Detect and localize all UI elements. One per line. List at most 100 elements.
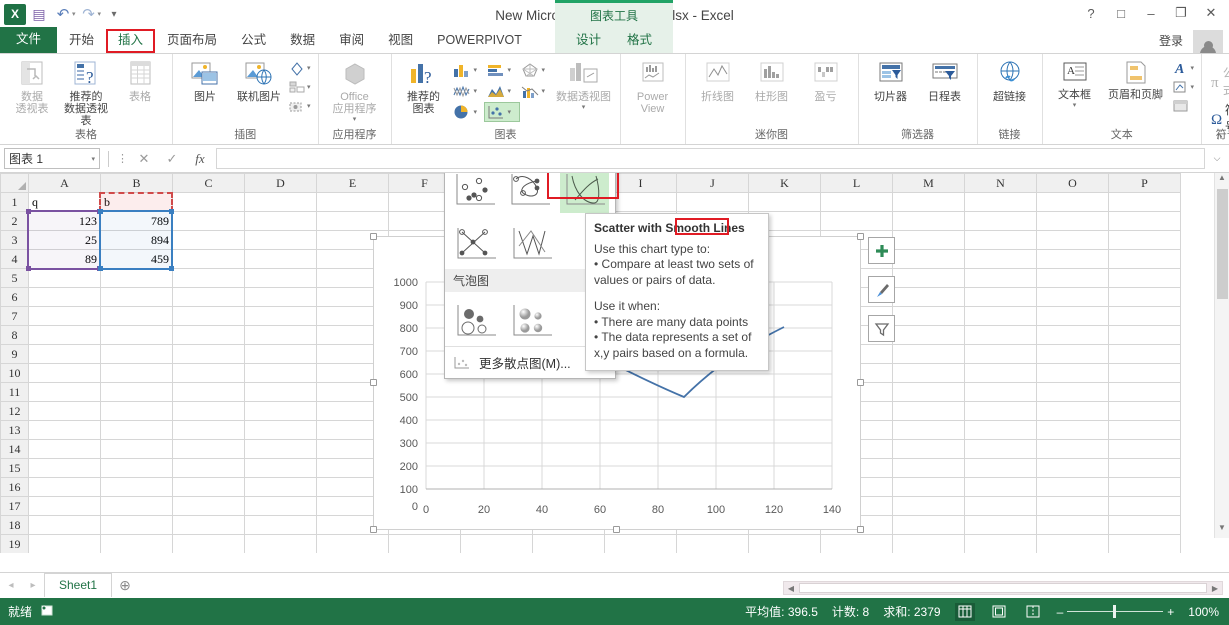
column-header-D[interactable]: D (245, 174, 317, 193)
cell-A15[interactable] (29, 459, 101, 478)
column-header-K[interactable]: K (749, 174, 821, 193)
zoom-slider-track[interactable] (1067, 611, 1163, 612)
cell-D9[interactable] (245, 345, 317, 364)
scatter-smooth-lines-item[interactable] (560, 173, 609, 213)
record-macro-icon[interactable] (40, 603, 54, 620)
column-header-A[interactable]: A (29, 174, 101, 193)
row-header-3[interactable]: 3 (1, 231, 29, 250)
cell-M4[interactable] (893, 250, 965, 269)
cell-D14[interactable] (245, 440, 317, 459)
cell-A7[interactable] (29, 307, 101, 326)
cell-N18[interactable] (965, 516, 1037, 535)
cell-A13[interactable] (29, 421, 101, 440)
row-header-15[interactable]: 15 (1, 459, 29, 478)
tab-home[interactable]: 开始 (57, 29, 106, 53)
cell-B13[interactable] (101, 421, 173, 440)
cell-O17[interactable] (1037, 497, 1109, 516)
cell-N1[interactable] (965, 193, 1037, 212)
scatter-markers-only-item[interactable] (451, 173, 500, 213)
cell-O12[interactable] (1037, 402, 1109, 421)
column-header-M[interactable]: M (893, 174, 965, 193)
cell-A5[interactable] (29, 269, 101, 288)
tab-data[interactable]: 数据 (278, 29, 327, 53)
row-header-17[interactable]: 17 (1, 497, 29, 516)
cell-D3[interactable] (245, 231, 317, 250)
cell-L19[interactable] (821, 535, 893, 554)
table-button[interactable]: 表格 (113, 57, 167, 105)
cell-D2[interactable] (245, 212, 317, 231)
cell-O6[interactable] (1037, 288, 1109, 307)
sign-in-button[interactable]: 登录 (1159, 32, 1183, 49)
maximize-icon[interactable]: ❐ (1167, 2, 1195, 24)
cell-A19[interactable] (29, 535, 101, 554)
cell-N17[interactable] (965, 497, 1037, 516)
cell-N15[interactable] (965, 459, 1037, 478)
cell-P3[interactable] (1109, 231, 1181, 250)
screenshot-dropdown-icon[interactable]: ▾ (307, 102, 311, 110)
cell-P12[interactable] (1109, 402, 1181, 421)
column-header-J[interactable]: J (677, 174, 749, 193)
pivot-chart-dropdown-icon[interactable]: ▾ (582, 103, 586, 111)
cell-B9[interactable] (101, 345, 173, 364)
cell-D10[interactable] (245, 364, 317, 383)
cell-N13[interactable] (965, 421, 1037, 440)
cell-A2[interactable]: 123 (29, 212, 101, 231)
cell-N14[interactable] (965, 440, 1037, 459)
cell-B15[interactable] (101, 459, 173, 478)
cell-A10[interactable] (29, 364, 101, 383)
cell-A14[interactable] (29, 440, 101, 459)
cell-N3[interactable] (965, 231, 1037, 250)
tab-powerpivot[interactable]: POWERPIVOT (425, 29, 534, 53)
vertical-scrollbar[interactable]: ▲ ▼ (1214, 173, 1229, 538)
name-box[interactable]: 图表 1 ▾ (4, 148, 100, 169)
pivot-chart-button[interactable]: 数据透视图 ▾ (553, 57, 615, 113)
row-header-5[interactable]: 5 (1, 269, 29, 288)
cell-B10[interactable] (101, 364, 173, 383)
cell-P2[interactable] (1109, 212, 1181, 231)
cell-P14[interactable] (1109, 440, 1181, 459)
scatter-chart-icon[interactable]: ▾ (485, 103, 519, 121)
cell-O18[interactable] (1037, 516, 1109, 535)
cell-P16[interactable] (1109, 478, 1181, 497)
pivot-table-button[interactable]: 数据 透视表 (5, 57, 59, 117)
chart-elements-button[interactable] (868, 237, 895, 264)
normal-view-button[interactable] (955, 603, 975, 621)
cell-M10[interactable] (893, 364, 965, 383)
cell-D12[interactable] (245, 402, 317, 421)
scroll-left-arrow-icon[interactable]: ◀ (784, 584, 798, 593)
tab-format[interactable]: 格式 (615, 29, 664, 53)
cell-O4[interactable] (1037, 250, 1109, 269)
row-header-9[interactable]: 9 (1, 345, 29, 364)
cell-E2[interactable] (317, 212, 389, 231)
cell-C19[interactable] (173, 535, 245, 554)
cell-D16[interactable] (245, 478, 317, 497)
row-header-18[interactable]: 18 (1, 516, 29, 535)
ribbon-display-options-icon[interactable]: □ (1107, 2, 1135, 24)
smartart-button[interactable]: ▾ (286, 78, 313, 96)
cell-M14[interactable] (893, 440, 965, 459)
scroll-down-arrow-icon[interactable]: ▼ (1218, 523, 1226, 538)
tab-insert[interactable]: 插入 (106, 29, 155, 53)
cell-C5[interactable] (173, 269, 245, 288)
pictures-button[interactable]: 图片 (178, 57, 232, 105)
cell-D17[interactable] (245, 497, 317, 516)
row-header-14[interactable]: 14 (1, 440, 29, 459)
cell-C3[interactable] (173, 231, 245, 250)
cell-D1[interactable] (245, 193, 317, 212)
cell-M13[interactable] (893, 421, 965, 440)
smartart-dropdown-icon[interactable]: ▾ (307, 83, 311, 91)
cell-C17[interactable] (173, 497, 245, 516)
cell-O11[interactable] (1037, 383, 1109, 402)
cell-B2[interactable]: 789 (101, 212, 173, 231)
cell-B3[interactable]: 894 (101, 231, 173, 250)
cell-B7[interactable] (101, 307, 173, 326)
cell-M15[interactable] (893, 459, 965, 478)
scroll-right-arrow-icon[interactable]: ▶ (1208, 584, 1222, 593)
cell-O7[interactable] (1037, 307, 1109, 326)
scatter-straight-lines-markers-item[interactable] (451, 221, 501, 267)
cell-P9[interactable] (1109, 345, 1181, 364)
cell-O3[interactable] (1037, 231, 1109, 250)
cell-P4[interactable] (1109, 250, 1181, 269)
area-chart-icon[interactable]: ▾ (485, 82, 519, 100)
column-header-E[interactable]: E (317, 174, 389, 193)
